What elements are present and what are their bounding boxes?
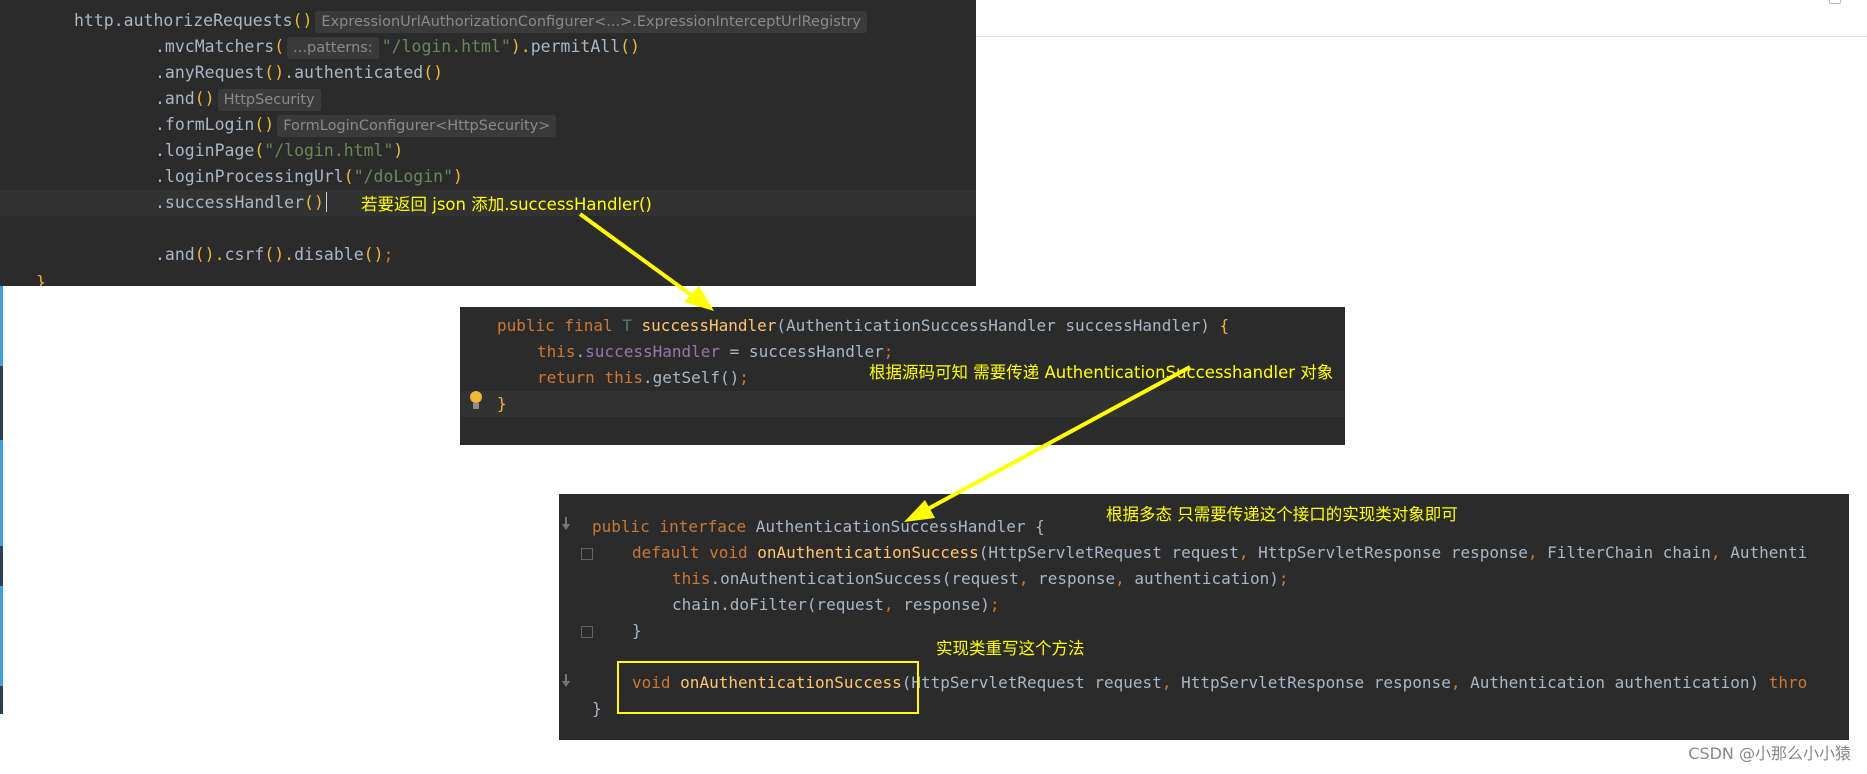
watermark: CSDN @小那么小小猿 <box>1688 744 1851 763</box>
arrow-line <box>578 212 700 302</box>
annotation-arrows <box>578 212 1191 522</box>
arrowhead <box>684 286 714 311</box>
arrowhead <box>904 500 935 522</box>
arrow-line <box>923 365 1191 513</box>
